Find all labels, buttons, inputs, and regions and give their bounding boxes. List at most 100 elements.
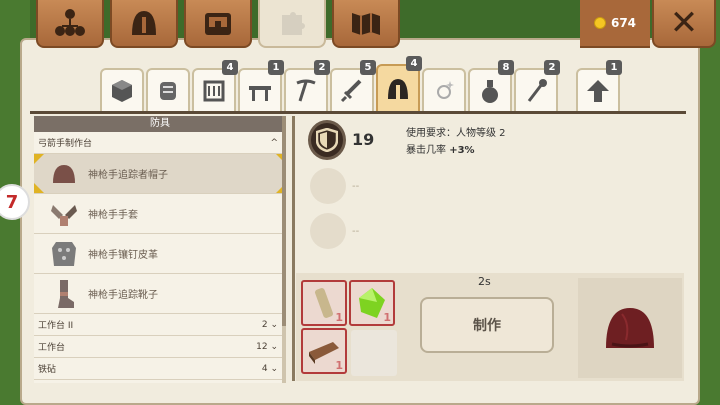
empty-stat-slot [310, 213, 346, 249]
boots-icon [44, 276, 84, 312]
recipe-item-label: 神枪手追踪者帽子 [88, 170, 168, 181]
crit-value: +3% [449, 145, 475, 156]
craft-time: 2s [478, 275, 491, 288]
group-label: 弓箭手制作台 [38, 139, 93, 149]
level-requirement: 使用要求：人物等级 2 [406, 128, 506, 139]
chevron-up-icon: ^ [270, 137, 278, 148]
craft-button[interactable]: 制作 [420, 297, 554, 353]
category-tab-loom[interactable]: 4 [192, 60, 238, 112]
category-badge: 2 [314, 60, 330, 75]
hat-icon [44, 156, 84, 192]
gloves-icon [44, 196, 84, 232]
category-tab-potions[interactable]: 8 [468, 60, 514, 112]
recipe-item-gloves[interactable]: 神枪手手套 [34, 194, 286, 234]
coin-counter: 674 [580, 0, 650, 48]
potion-icon [482, 80, 498, 103]
cube-icon [112, 80, 132, 102]
material-slot-wood[interactable]: 1 [301, 280, 347, 326]
side-badge-count: 7 [5, 191, 19, 213]
selection-corner [34, 154, 44, 164]
helmet-icon [388, 79, 408, 99]
category-tab-workbench[interactable]: 1 [238, 60, 284, 112]
category-tab-upgrades[interactable]: 1 [576, 60, 622, 112]
recipe-list: 防具 弓箭手制作台 ^ 神枪手追踪者帽子 神枪手手套 神枪手镶钉皮革 神枪手追踪… [34, 116, 286, 383]
category-badge: 4 [406, 56, 422, 71]
group-header-workbench[interactable]: 工作台 12 ⌄ [34, 336, 286, 358]
craft-result-slot[interactable] [578, 278, 682, 378]
material-count: 1 [383, 311, 391, 324]
pickaxe-icon [296, 79, 316, 102]
recipe-list-scrollbar[interactable] [282, 116, 286, 383]
staff-icon [527, 79, 547, 102]
category-tab-tools[interactable]: 2 [284, 60, 330, 112]
defense-value: 19 [352, 130, 375, 149]
tab-map[interactable] [332, 0, 400, 48]
group-label: 铁砧 [38, 365, 57, 375]
sitemap-icon [55, 9, 85, 36]
material-slot-leather[interactable]: 1 [301, 328, 347, 374]
craft-button-label: 制作 [473, 318, 501, 334]
category-badge: 4 [222, 60, 238, 75]
group-count: 4 ⌄ [261, 363, 278, 374]
loom-icon [203, 80, 225, 102]
craft-arrow [554, 288, 576, 364]
category-badge: 8 [498, 60, 514, 75]
category-underline [30, 111, 686, 114]
sparkle-icon [437, 81, 454, 99]
table-icon [249, 86, 271, 101]
coin-icon [593, 17, 606, 29]
recipe-item-label: 神枪手镶钉皮革 [88, 250, 158, 261]
category-badge: 5 [360, 60, 376, 75]
category-badge: 1 [268, 60, 284, 75]
crit-stat: 暴击几率 +3% [406, 141, 475, 156]
recipe-item-boots[interactable]: 神枪手追踪靴子 [34, 274, 286, 314]
category-tab-materials[interactable] [100, 68, 144, 112]
category-tab-magic[interactable] [422, 68, 466, 112]
defense-shield-icon [308, 120, 346, 160]
recipe-item-leather[interactable]: 神枪手镶钉皮革 [34, 234, 286, 274]
tab-skill-tree[interactable] [36, 0, 104, 48]
recipe-item-hat[interactable]: 神枪手追踪者帽子 [34, 154, 286, 194]
group-count: 12 ⌄ [256, 341, 278, 352]
tab-crafting[interactable] [258, 0, 326, 48]
coin-amount: 674 [610, 16, 637, 30]
category-tab-weapons[interactable]: 5 [330, 60, 376, 112]
helmet-icon [132, 11, 156, 35]
category-tab-armor[interactable]: 4 [376, 56, 422, 112]
category-badge: 1 [606, 60, 622, 75]
recipe-item-label: 神枪手追踪靴子 [88, 290, 158, 301]
empty-stat-dash: -- [352, 181, 360, 192]
tab-equipment[interactable] [110, 0, 178, 48]
group-label: 工作台 II [38, 321, 74, 331]
tab-inventory[interactable] [184, 0, 252, 48]
material-count: 1 [335, 359, 343, 372]
group-count: 2 ⌄ [261, 319, 278, 330]
material-count: 1 [335, 311, 343, 324]
category-tab-staffs[interactable]: 2 [514, 60, 560, 112]
group-header-archer-bench[interactable]: 弓箭手制作台 ^ [34, 132, 286, 154]
category-tab-scrolls[interactable] [146, 68, 190, 112]
chest-icon [205, 13, 231, 35]
group-label: 工作台 [38, 343, 66, 353]
close-button[interactable]: ✕ [652, 0, 716, 48]
empty-stat-dash: -- [352, 226, 360, 237]
category-badge: 2 [544, 60, 560, 75]
scrollbar-thumb[interactable] [282, 116, 286, 326]
recipe-item-label: 神枪手手套 [88, 210, 138, 221]
puzzle-icon [282, 12, 305, 35]
leather-armor-icon [44, 236, 84, 272]
map-icon [352, 13, 380, 35]
group-header-anvil[interactable]: 铁砧 4 ⌄ [34, 358, 286, 380]
group-header-workbench-2[interactable]: 工作台 II 2 ⌄ [34, 314, 286, 336]
selection-corner [34, 183, 44, 193]
sword-icon [340, 79, 362, 103]
recipe-list-title: 防具 [34, 116, 286, 132]
material-slot-gem[interactable]: 1 [349, 280, 395, 326]
top-bar: 674 ✕ [0, 0, 720, 50]
hat-icon [606, 308, 654, 348]
empty-stat-slot [310, 168, 346, 204]
close-icon: ✕ [669, 3, 699, 43]
scroll-icon [160, 82, 176, 100]
crit-label: 暴击几率 [406, 145, 446, 156]
panel-divider [292, 116, 295, 381]
